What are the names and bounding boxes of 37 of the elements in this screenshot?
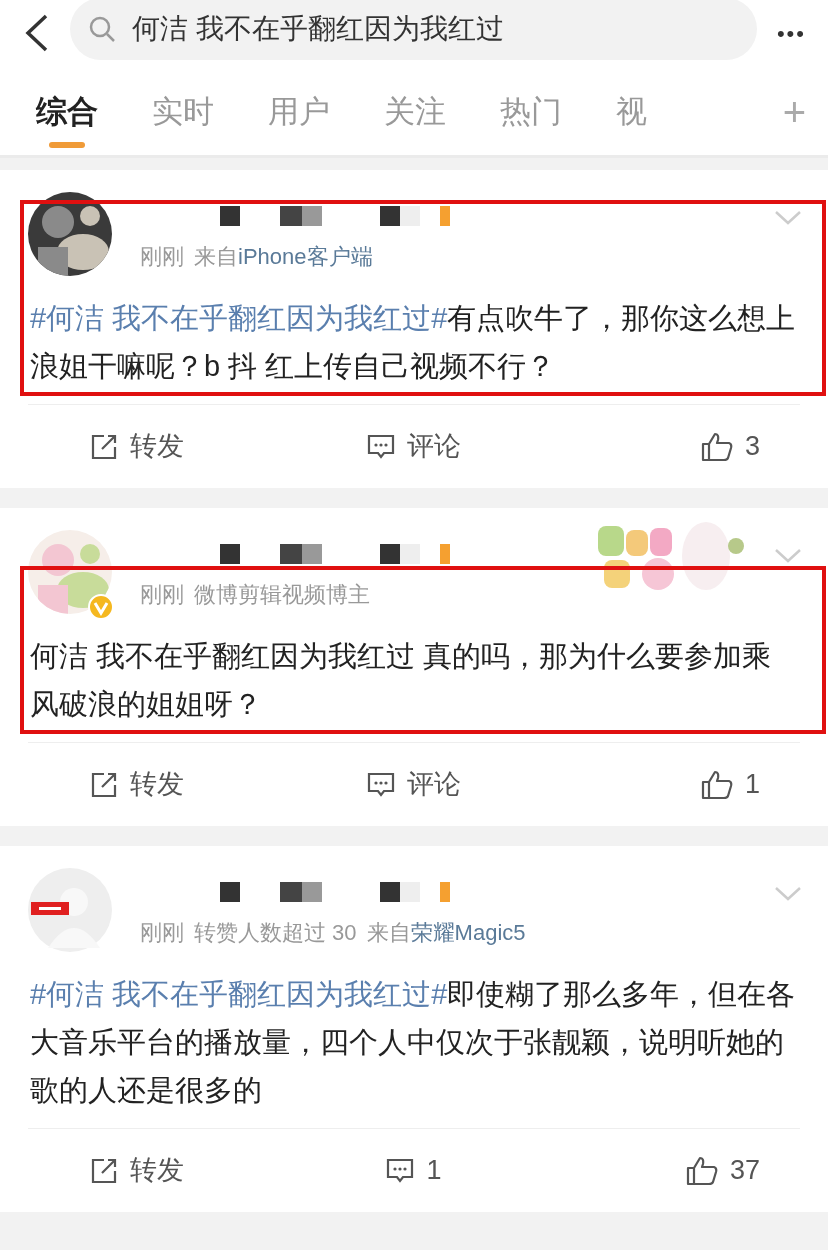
repost-button[interactable]: 转发 — [28, 405, 286, 488]
chevron-down-icon[interactable] — [774, 210, 802, 226]
post-text: #何洁 我不在乎翻红因为我红过#即使糊了那么多年，但在各大音乐平台的播放量，四个人中仅次于张靓颖，说明听她的歌的人还是很多的 — [30, 977, 797, 1108]
comment-icon — [386, 1157, 415, 1184]
post-time: 刚刚 — [140, 581, 184, 609]
like-button[interactable]: 37 — [542, 1129, 800, 1212]
post-note: 微博剪辑视频博主 — [194, 581, 370, 609]
post-time: 刚刚 — [140, 243, 184, 271]
post-source: 来自iPhone客户端 — [194, 243, 373, 271]
comment-icon — [367, 433, 395, 460]
chevron-down-icon[interactable] — [774, 886, 802, 902]
post-source: 来自荣耀Magic5 — [366, 919, 526, 947]
more-button[interactable]: ••• — [776, 16, 806, 50]
tab-indicator — [49, 142, 85, 148]
repost-button[interactable]: 转发 — [28, 743, 286, 826]
share-icon — [90, 432, 118, 461]
post-text: #何洁 我不在乎翻红因为我红过#有点吹牛了，那你这么想上浪姐干嘛呢？b 抖 红上传自己视频不行？ — [30, 301, 797, 384]
thumbs-up-icon — [685, 1155, 718, 1186]
chevron-down-icon[interactable] — [774, 548, 802, 564]
comment-button[interactable]: 评论 — [285, 405, 543, 488]
repost-button[interactable]: 转发 — [28, 1129, 286, 1212]
tab[interactable]: 综合 — [36, 92, 98, 132]
post-note: 转赞人数超过 30 — [194, 919, 357, 947]
like-button[interactable]: 1 — [542, 743, 800, 826]
thumbs-up-icon — [700, 769, 733, 800]
post-time: 刚刚 — [140, 919, 184, 947]
comment-button[interactable]: 1 — [285, 1129, 543, 1212]
default-avatar-icon — [28, 868, 112, 952]
thumbs-up-icon — [700, 431, 733, 462]
comment-icon — [367, 771, 395, 798]
search-field[interactable]: 何洁 我不在乎翻红因为我红过 — [70, 0, 757, 60]
search-icon — [88, 15, 116, 43]
share-icon — [90, 770, 118, 799]
like-button[interactable]: 3 — [542, 405, 800, 488]
comment-button[interactable]: 评论 — [285, 743, 543, 826]
share-icon — [90, 1156, 118, 1185]
post-text: 何洁 我不在乎翻红因为我红过 真的吗，那为什么要参加乘风破浪的姐姐呀？ — [30, 639, 773, 722]
